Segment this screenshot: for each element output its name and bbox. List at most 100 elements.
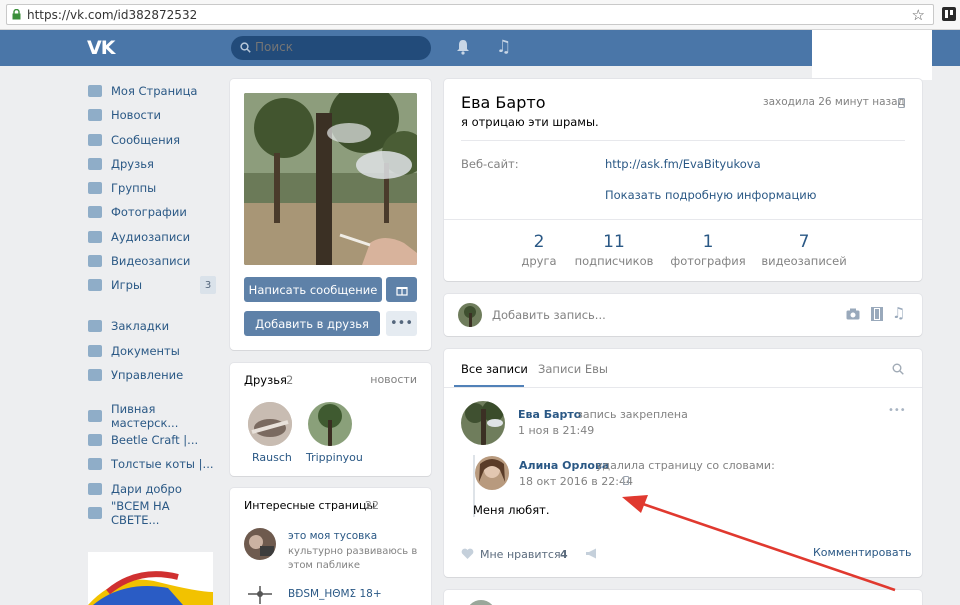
- audio-icon[interactable]: ♫: [892, 304, 905, 322]
- address-bar[interactable]: https://vk.com/id382872532 ☆: [6, 4, 934, 25]
- menu-item-messages[interactable]: Сообщения: [88, 129, 216, 151]
- page-logo[interactable]: [244, 584, 276, 605]
- page-avatar[interactable]: [244, 528, 276, 560]
- page-name[interactable]: это моя тусовка: [288, 530, 377, 542]
- menu-item-groups[interactable]: Группы: [88, 177, 216, 199]
- news-icon: [88, 109, 102, 121]
- profile-name: Ева Барто: [461, 93, 546, 112]
- video-icon: [88, 255, 102, 267]
- more-actions-button[interactable]: •••: [386, 311, 417, 336]
- tab-all-posts[interactable]: Все записи: [461, 362, 528, 376]
- website-link[interactable]: http://ask.fm/EvaBityukova: [605, 157, 761, 171]
- avatar-card: Написать сообщение Добавить в друзья •••: [230, 79, 431, 350]
- video-icon[interactable]: [871, 307, 883, 321]
- show-more-info-link[interactable]: Показать подробную информацию: [605, 188, 816, 202]
- browser-toolbar: https://vk.com/id382872532 ☆: [0, 0, 960, 30]
- menu-item-documents[interactable]: Документы: [88, 340, 216, 362]
- like-label[interactable]: Мне нравится: [480, 548, 561, 561]
- stat-photos-label[interactable]: фотография: [658, 254, 758, 268]
- menu-item-community[interactable]: "ВСЕМ НА СВЕТЕ...: [88, 499, 216, 527]
- friend-avatar[interactable]: [308, 402, 352, 446]
- mobile-icon: [623, 476, 629, 485]
- stat-videos-count[interactable]: 7: [754, 232, 854, 252]
- interesting-pages-card: Интересные страницы 22 это моя тусовка к…: [230, 488, 431, 605]
- tab-owner-posts[interactable]: Записи Евы: [538, 362, 608, 376]
- page-name[interactable]: ВĐSM_НΘМΣ 18+: [288, 588, 382, 600]
- post-options-icon[interactable]: •••: [888, 405, 906, 416]
- stat-followers-label[interactable]: подписчиков: [564, 254, 664, 268]
- share-megaphone-icon[interactable]: [585, 548, 598, 559]
- repost-author-avatar[interactable]: [475, 456, 509, 490]
- composer-input[interactable]: Добавить запись...: [492, 308, 606, 322]
- menu-item-bookmarks[interactable]: Закладки: [88, 315, 216, 337]
- last-seen: заходила 26 минут назад: [763, 96, 905, 108]
- stat-photos-count[interactable]: 1: [658, 232, 758, 252]
- post-author-avatar[interactable]: [461, 401, 505, 445]
- menu-item-games[interactable]: Игры 3: [88, 274, 216, 296]
- comment-link[interactable]: Комментировать: [813, 546, 911, 559]
- bookmark-star-icon[interactable]: ☆: [912, 6, 925, 24]
- friend-avatar[interactable]: [248, 402, 292, 446]
- friends-card: Друзья 2 новости Rausch Trippinyou: [230, 363, 431, 476]
- groups-icon: [88, 182, 102, 194]
- heart-icon[interactable]: [461, 548, 474, 560]
- stat-videos-label[interactable]: видеозаписей: [754, 254, 854, 268]
- repost-date[interactable]: 18 окт 2016 в 22:44: [519, 475, 633, 488]
- menu-item-photos[interactable]: Фотографии: [88, 201, 216, 223]
- camera-icon[interactable]: [846, 308, 860, 320]
- ad-banner[interactable]: [88, 552, 213, 605]
- friends-title[interactable]: Друзья: [244, 373, 287, 387]
- next-post-avatar[interactable]: [466, 600, 496, 605]
- menu-item-news[interactable]: Новости: [88, 104, 216, 126]
- search-input[interactable]: [255, 40, 415, 54]
- profile-status[interactable]: я отрицаю эти шрамы.: [461, 115, 599, 129]
- page-logo-image: [244, 584, 276, 605]
- photos-icon: [88, 206, 102, 218]
- friends-news-link[interactable]: новости: [370, 373, 417, 386]
- menu-item-label: Пивная мастерск...: [111, 402, 179, 430]
- page-description: культурно развиваюсь в этом паблике: [288, 546, 418, 571]
- add-friend-button[interactable]: Добавить в друзья: [244, 311, 380, 336]
- menu-item-community[interactable]: Толстые коты |...: [88, 453, 216, 475]
- menu-item-community[interactable]: Дари добро: [88, 478, 216, 500]
- extension-icon[interactable]: [942, 7, 956, 21]
- group-icon: [88, 410, 102, 422]
- search-box[interactable]: [231, 36, 431, 60]
- menu-item-community[interactable]: Beetle Craft |...: [88, 429, 216, 451]
- menu-item-video[interactable]: Видеозаписи: [88, 250, 216, 272]
- wall-search-icon[interactable]: [892, 363, 904, 375]
- menu-item-my-page[interactable]: Моя Страница: [88, 80, 216, 102]
- group-icon: [88, 507, 102, 519]
- post-author-name[interactable]: Ева Барто: [518, 408, 581, 421]
- menu-item-label: Управление: [111, 368, 184, 382]
- group-icon: [88, 458, 102, 470]
- pinned-label: запись закреплена: [577, 408, 688, 421]
- friend-photo: [308, 402, 352, 446]
- url-text[interactable]: https://vk.com/id382872532: [27, 8, 197, 22]
- interesting-title[interactable]: Интересные страницы: [244, 499, 375, 512]
- friend-name[interactable]: Trippinyou: [306, 451, 363, 464]
- like-count: 4: [560, 548, 568, 561]
- audio-icon: [88, 231, 102, 243]
- send-message-button[interactable]: Написать сообщение: [244, 277, 382, 302]
- vk-logo[interactable]: VK: [87, 37, 115, 59]
- menu-item-community[interactable]: Пивная мастерск...: [88, 402, 216, 430]
- post-date[interactable]: 1 ноя в 21:49: [518, 424, 594, 437]
- menu-item-manage[interactable]: Управление: [88, 364, 216, 386]
- composer-avatar: [458, 303, 482, 327]
- more-dots-icon: •••: [389, 316, 413, 331]
- gift-button[interactable]: [386, 277, 417, 302]
- menu-item-label: Новости: [111, 108, 161, 122]
- menu-item-label: Аудиозаписи: [111, 230, 191, 244]
- profile-photo[interactable]: [244, 93, 417, 265]
- divider: [444, 219, 922, 220]
- music-note-icon[interactable]: ♫: [496, 37, 511, 57]
- menu-item-friends[interactable]: Друзья: [88, 153, 216, 175]
- notifications-bell-icon[interactable]: [456, 39, 470, 55]
- menu-item-label: Группы: [111, 181, 157, 195]
- stat-followers-count[interactable]: 11: [564, 232, 664, 252]
- home-icon: [88, 85, 102, 97]
- menu-item-audio[interactable]: Аудиозаписи: [88, 226, 216, 248]
- menu-item-label: Сообщения: [111, 133, 181, 147]
- friend-name[interactable]: Rausch: [252, 451, 292, 464]
